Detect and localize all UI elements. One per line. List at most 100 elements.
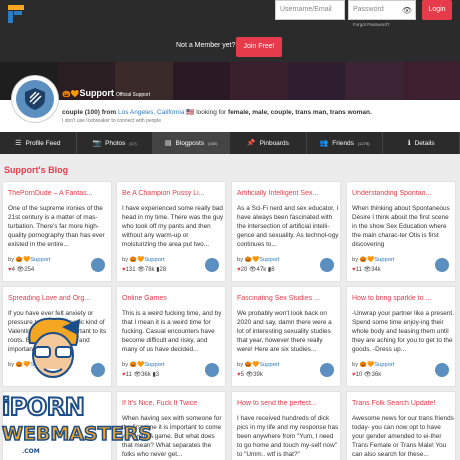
blog-post-author: by 🎃🧡Support: [237, 362, 280, 368]
blog-post-excerpt: I have experienced some really bad head …: [122, 205, 224, 248]
tab-count: (380): [208, 140, 218, 146]
tab-pinboards[interactable]: 📌 Pinboards: [230, 132, 307, 154]
blog-post-title[interactable]: ThePornDude – A Fantas...: [8, 190, 108, 197]
author-avatar[interactable]: [320, 258, 334, 272]
blog-post-title[interactable]: Trans Folk Search Update!: [352, 400, 452, 407]
blog-post-title[interactable]: Fascinating Sex Studies ...: [237, 295, 337, 302]
author-link[interactable]: Support: [259, 257, 279, 263]
views-count: 47k: [256, 267, 267, 273]
views-count: 36k: [141, 372, 151, 378]
tab-photos[interactable]: 📷 Photos (17): [77, 132, 154, 154]
top-bar: Username/Email Password 👁 Login Forgot P…: [0, 0, 460, 32]
profile-name-text: Support: [79, 88, 114, 98]
tab-details[interactable]: ℹ Details: [383, 132, 460, 154]
blog-post-card[interactable]: How to bring sparkle to ... -Unwrap your …: [346, 286, 456, 387]
comments-count: 28: [159, 267, 167, 273]
blog-post-card[interactable]: Fascinating Sex Studies ... We probably w…: [231, 286, 341, 387]
info-icon: ℹ: [407, 140, 411, 147]
author-link[interactable]: Support: [374, 257, 394, 263]
comments-count: 3: [155, 372, 160, 378]
author-avatar[interactable]: [91, 258, 105, 272]
login-button[interactable]: Login: [422, 0, 452, 20]
author-link[interactable]: Support: [144, 257, 164, 263]
blog-post-excerpt: When thinking about Spontaneous Desire I…: [352, 205, 450, 248]
blog-post-title[interactable]: How to send the perfect...: [237, 400, 337, 407]
blog-post-stats: ♥10 👁36k: [352, 371, 381, 378]
eye-icon: 👁: [363, 372, 372, 378]
blog-post-card[interactable]: Artificially Intelligent Sex... As a Sci-…: [231, 181, 341, 282]
likes-count: 5: [240, 372, 244, 378]
cartoon-mascot-icon: [28, 317, 80, 378]
avatar[interactable]: [12, 76, 58, 122]
tab-blogposts[interactable]: ▤ Blogposts (380): [153, 132, 231, 154]
author-link[interactable]: Support: [30, 257, 50, 263]
blog-post-card[interactable]: Trans Folk Search Update! Awesome news fo…: [346, 391, 456, 460]
blog-post-title[interactable]: Spreading Love and Org...: [8, 295, 108, 302]
blog-post-stats: ♥131 👁78k ▮28: [122, 266, 166, 273]
author-emoji: 🎃🧡: [359, 362, 375, 368]
tab-label: Details: [414, 139, 435, 147]
tab-label: Pinboards: [259, 139, 289, 147]
blog-post-title[interactable]: Artificially Intelligent Sex...: [237, 190, 337, 197]
profile-note: I don't use Icebreaker to connect with p…: [62, 118, 162, 124]
blog-post-excerpt: We probably won't look back on 2020 and …: [237, 310, 332, 353]
watermark-line1: iPORN: [1, 392, 86, 422]
blog-post-card[interactable]: Understanding Spontan... When thinking ab…: [346, 181, 456, 282]
eye-icon: 👁: [248, 267, 257, 273]
password-input[interactable]: Password 👁: [348, 0, 416, 20]
blog-post-title[interactable]: Online Games: [122, 295, 222, 302]
forgot-password-link[interactable]: Forgot Password?: [353, 22, 390, 27]
blog-post-title[interactable]: How to bring sparkle to ...: [352, 295, 452, 302]
blog-post-title[interactable]: Understanding Spontan...: [352, 190, 452, 197]
author-emoji: 🎃🧡: [244, 362, 260, 368]
blog-post-card[interactable]: ThePornDude – A Fantas... One of the supr…: [2, 181, 112, 282]
author-avatar[interactable]: [435, 363, 449, 377]
blog-post-stats: ♥20 👁47k ▮8: [237, 266, 275, 273]
blog-post-title[interactable]: Be A Champion Pussy Li...: [122, 190, 222, 197]
likes-count: 131: [125, 267, 136, 273]
author-avatar[interactable]: [205, 258, 219, 272]
profile-looking-for: female, male, couple, trans man, trans w…: [228, 109, 372, 116]
author-avatar[interactable]: [205, 363, 219, 377]
join-free-button[interactable]: Join Free!: [236, 37, 282, 57]
site-logo-icon[interactable]: [8, 5, 24, 23]
blog-post-card[interactable]: Online Games This is a weird fucking time…: [116, 286, 226, 387]
blog-post-card[interactable]: How to send the perfect... I have receive…: [231, 391, 341, 460]
author-emoji: 🎃🧡: [359, 257, 375, 263]
likes-count: 11: [355, 267, 362, 273]
likes-count: 10: [355, 372, 363, 378]
profile-description: couple (100) from Los Angeles, Californi…: [62, 108, 372, 116]
member-prompt: Not a Member yet?: [176, 42, 236, 49]
blog-post-title[interactable]: If It's Nice, Fuck It Twice: [122, 400, 222, 407]
tab-label: Blogposts: [175, 139, 205, 147]
author-link[interactable]: Support: [259, 362, 279, 368]
blog-post-excerpt: As a Sci-Fi nerd and sex educator, I hav…: [237, 205, 339, 248]
blog-post-stats: ♥4 👁254: [8, 266, 34, 273]
tab-count: (1275): [357, 140, 370, 146]
blog-post-excerpt: One of the supreme ironies of the 21st c…: [8, 205, 105, 248]
likes-count: 4: [11, 267, 15, 273]
username-input[interactable]: Username/Email: [275, 0, 345, 20]
tab-profile-feed[interactable]: ☰ Profile Feed: [0, 132, 77, 154]
profile-location-link[interactable]: Los Angeles, California: [118, 109, 185, 116]
author-link[interactable]: Support: [144, 362, 164, 368]
blog-post-card[interactable]: Be A Champion Pussy Li... I have experien…: [116, 181, 226, 282]
member-bar: Not a Member yet? Join Free!: [0, 32, 460, 62]
author-emoji: 🎃🧡: [244, 257, 260, 263]
shield-icon: [25, 88, 45, 110]
eye-icon[interactable]: 👁: [402, 6, 412, 15]
blog-post-stats: ♥5 👁39k: [237, 371, 263, 378]
tab-label: Photos: [105, 139, 126, 147]
likes-count: 20: [240, 267, 248, 273]
blog-post-author: by 🎃🧡Support: [352, 257, 395, 263]
camera-icon: 📷: [92, 140, 102, 147]
tab-friends[interactable]: 👥 Friends (1275): [307, 132, 384, 154]
blog-post-author: by 🎃🧡Support: [122, 257, 165, 263]
blog-post-author: by 🎃🧡Support: [352, 362, 395, 368]
author-avatar[interactable]: [435, 258, 449, 272]
author-avatar[interactable]: [320, 363, 334, 377]
views-count: 78k: [144, 267, 155, 273]
views-count: 254: [24, 267, 35, 273]
author-link[interactable]: Support: [374, 362, 394, 368]
blog-post-excerpt: This is a weird fucking time, and by tha…: [122, 310, 222, 353]
